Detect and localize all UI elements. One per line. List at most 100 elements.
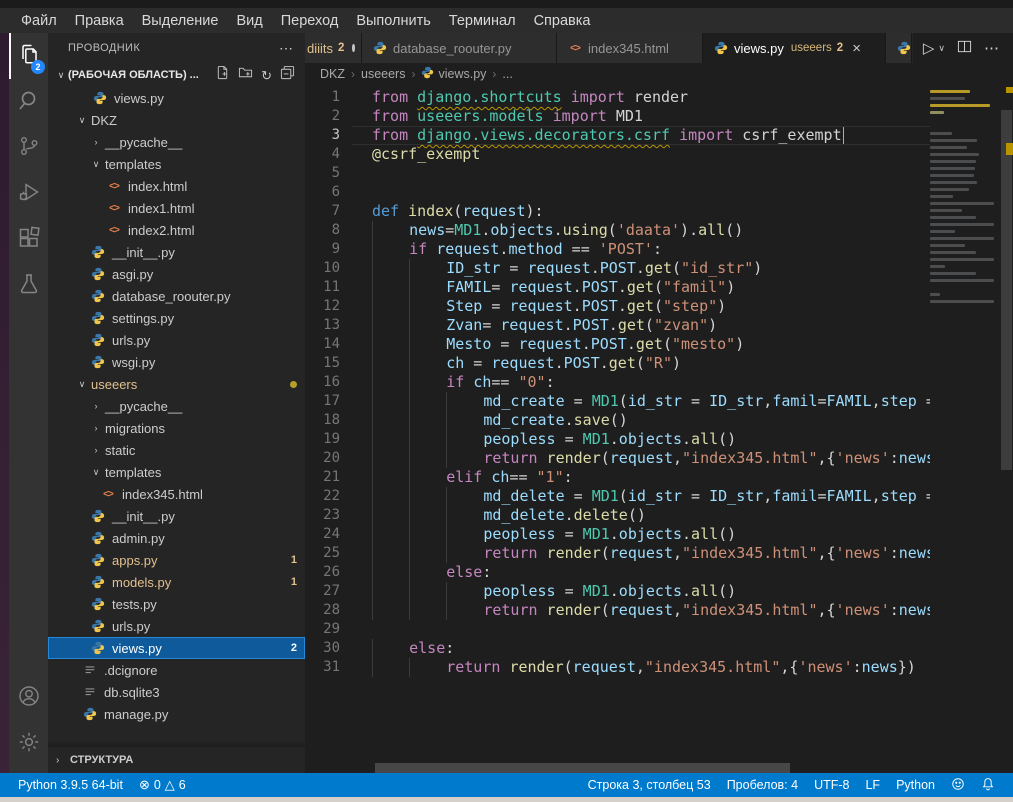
status-notifications[interactable] — [973, 773, 1003, 797]
breadcrumb-item-views.py[interactable]: views.py — [421, 66, 486, 82]
tab-diiits[interactable]: diiits2 — [305, 33, 362, 63]
code-line-7[interactable]: def index(request): — [352, 202, 930, 221]
breadcrumb-item-dkz[interactable]: DKZ — [320, 67, 345, 81]
tree-item-urls.py[interactable]: urls.py — [48, 329, 305, 351]
tree-item-__init__.py[interactable]: __init__.py — [48, 241, 305, 263]
tree-item-useeers[interactable]: ∨useeers — [48, 373, 305, 395]
line-number[interactable]: 4 — [305, 145, 352, 164]
status-encoding[interactable]: UTF-8 — [806, 773, 857, 797]
code-line-16[interactable]: if ch== "0": — [352, 373, 930, 392]
refresh-button[interactable]: ↻ — [261, 68, 272, 83]
line-number[interactable]: 13 — [305, 316, 352, 335]
tree-item-urls.py[interactable]: urls.py — [48, 615, 305, 637]
activity-settings[interactable] — [9, 721, 48, 767]
code-line-10[interactable]: ID_str = request.POST.get("id_str") — [352, 259, 930, 278]
line-number[interactable]: 17 — [305, 392, 352, 411]
line-number[interactable]: 29 — [305, 620, 352, 639]
line-number[interactable]: 27 — [305, 582, 352, 601]
code-line-4[interactable]: @csrf_exempt — [352, 145, 930, 164]
tree-item-wsgi.py[interactable]: wsgi.py — [48, 351, 305, 373]
tree-item-__pycache__[interactable]: ›__pycache__ — [48, 131, 305, 153]
tab-views.py[interactable]: views.pyuseeers2× — [703, 33, 886, 63]
tab-database_roouter.py[interactable]: database_roouter.py — [362, 33, 557, 63]
line-number[interactable]: 25 — [305, 544, 352, 563]
code-line-20[interactable]: return render(request,"index345.html",{'… — [352, 449, 930, 468]
split-editor-button[interactable] — [957, 39, 972, 58]
menu-item-вид[interactable]: Вид — [227, 13, 271, 29]
tree-item-views.py[interactable]: views.py — [48, 87, 305, 109]
code-line-17[interactable]: md_create = MD1(id_str = ID_str,famil=FA… — [352, 392, 930, 411]
activity-testing[interactable] — [9, 263, 48, 309]
status-feedback[interactable] — [943, 773, 973, 797]
run-dropdown-button[interactable]: ∨ — [938, 43, 945, 54]
code-line-1[interactable]: from django.shortcuts import render — [352, 88, 930, 107]
line-number[interactable]: 5 — [305, 164, 352, 183]
breadcrumb-item-...[interactable]: ... — [502, 67, 512, 81]
line-number[interactable]: 20 — [305, 449, 352, 468]
code-line-30[interactable]: else: — [352, 639, 930, 658]
tree-item-index345.html[interactable]: <>index345.html — [48, 483, 305, 505]
more-actions-button[interactable]: ⋯ — [984, 39, 999, 57]
line-number[interactable]: 6 — [305, 183, 352, 202]
menu-item-справка[interactable]: Справка — [525, 13, 600, 29]
code-line-3[interactable]: from django.views.decorators.csrf import… — [352, 126, 930, 145]
line-number[interactable]: 31 — [305, 658, 352, 677]
code-line-5[interactable] — [352, 164, 930, 183]
tree-item-manage.py[interactable]: manage.py — [48, 703, 305, 725]
status-problems[interactable]: ⊗0△6 — [131, 773, 194, 797]
activity-explorer[interactable]: 2 — [9, 33, 48, 79]
tree-item-templates[interactable]: ∨templates — [48, 461, 305, 483]
tree-item-migrations[interactable]: ›migrations — [48, 417, 305, 439]
line-number[interactable]: 15 — [305, 354, 352, 373]
tree-item-templates[interactable]: ∨templates — [48, 153, 305, 175]
code-line-31[interactable]: return render(request,"index345.html",{'… — [352, 658, 930, 677]
tab-vie[interactable]: vie — [886, 33, 912, 63]
tree-item-db.sqlite3[interactable]: db.sqlite3 — [48, 681, 305, 703]
line-number[interactable]: 30 — [305, 639, 352, 658]
line-number[interactable]: 9 — [305, 240, 352, 259]
line-number[interactable]: 28 — [305, 601, 352, 620]
tree-item-.dcignore[interactable]: .dcignore — [48, 659, 305, 681]
code-lines[interactable]: from django.shortcuts import renderfrom … — [352, 85, 930, 773]
sidebar-more-button[interactable]: ⋯ — [279, 40, 293, 57]
tree-item-admin.py[interactable]: admin.py — [48, 527, 305, 549]
line-number[interactable]: 10 — [305, 259, 352, 278]
tree-item-index2.html[interactable]: <>index2.html — [48, 219, 305, 241]
code-line-15[interactable]: ch = request.POST.get("R") — [352, 354, 930, 373]
line-number[interactable]: 21 — [305, 468, 352, 487]
activity-source-control[interactable] — [9, 125, 48, 171]
run-button[interactable]: ▷ — [923, 39, 935, 57]
code-line-18[interactable]: md_create.save() — [352, 411, 930, 430]
collapse-folders-button[interactable] — [280, 65, 295, 85]
line-number[interactable]: 1 — [305, 88, 352, 107]
menu-item-файл[interactable]: Файл — [12, 13, 66, 29]
code-line-23[interactable]: md_delete.delete() — [352, 506, 930, 525]
close-icon[interactable]: × — [852, 41, 861, 56]
workspace-section-header[interactable]: ∨ (РАБОЧАЯ ОБЛАСТЬ) ... ↻ — [48, 63, 305, 87]
tree-item-settings.py[interactable]: settings.py — [48, 307, 305, 329]
code-line-12[interactable]: Step = request.POST.get("step") — [352, 297, 930, 316]
new-file-button[interactable] — [215, 65, 230, 85]
code-line-2[interactable]: from useeers.models import MD1 — [352, 107, 930, 126]
tab-index345.html[interactable]: <>index345.html — [557, 33, 703, 63]
line-number[interactable]: 24 — [305, 525, 352, 544]
status-eol[interactable]: LF — [857, 773, 888, 797]
code-line-11[interactable]: FAMIL= request.POST.get("famil") — [352, 278, 930, 297]
code-line-14[interactable]: Mesto = request.POST.get("mesto") — [352, 335, 930, 354]
horizontal-scrollbar-thumb[interactable] — [375, 763, 790, 773]
minimap[interactable] — [930, 85, 1000, 773]
activity-search[interactable] — [9, 79, 48, 125]
menu-item-переход[interactable]: Переход — [272, 13, 348, 29]
menu-item-правка[interactable]: Правка — [66, 13, 133, 29]
menu-item-терминал[interactable]: Терминал — [440, 13, 525, 29]
code-line-24[interactable]: peopless = MD1.objects.all() — [352, 525, 930, 544]
code-line-27[interactable]: peopless = MD1.objects.all() — [352, 582, 930, 601]
code-line-29[interactable] — [352, 620, 930, 639]
tree-item-models.py[interactable]: models.py1 — [48, 571, 305, 593]
status-indentation[interactable]: Пробелов: 4 — [719, 773, 806, 797]
tree-item-__pycache__[interactable]: ›__pycache__ — [48, 395, 305, 417]
code-line-21[interactable]: elif ch== "1": — [352, 468, 930, 487]
line-number[interactable]: 19 — [305, 430, 352, 449]
code-line-8[interactable]: news=MD1.objects.using('daata').all() — [352, 221, 930, 240]
code-line-19[interactable]: peopless = MD1.objects.all() — [352, 430, 930, 449]
